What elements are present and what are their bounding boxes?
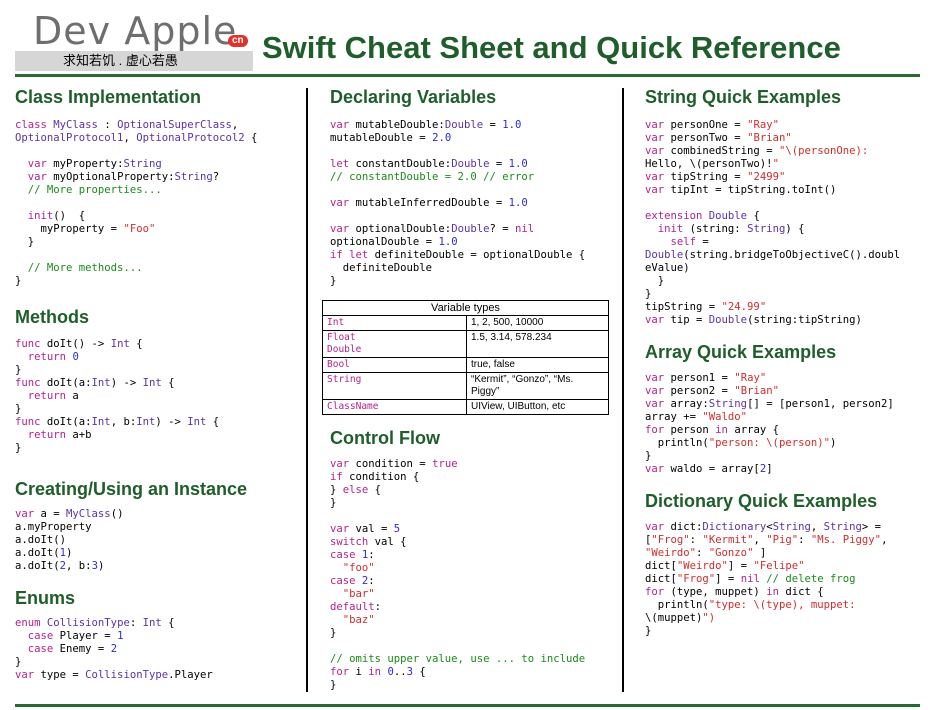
code-class-implementation: class MyClass : OptionalSuperClass, Opti… (15, 119, 258, 287)
heading-enums: Enums (15, 588, 76, 608)
variable-type-row: Float Double 1.5, 3.14, 578.234 (322, 330, 609, 358)
code-string-examples: var personOne = "Ray" var personTwo = "B… (645, 119, 901, 326)
variable-type-row: String “Kermit”, “Gonzo”, “Ms. Piggy” (322, 372, 609, 400)
column-2: Declaring Variables var mutableDouble:Do… (322, 86, 615, 692)
variable-type-example: “Kermit”, “Gonzo”, “Ms. Piggy” (466, 372, 609, 400)
code-dictionary-examples: var dict:Dictionary<String, String> = ["… (645, 521, 888, 637)
code-methods: func doIt() -> Int { return 0 } func doI… (15, 338, 220, 454)
column-3: String Quick Examples var personOne = "R… (645, 86, 925, 638)
heading-methods: Methods (15, 307, 89, 327)
variable-type-name: Bool (322, 357, 467, 373)
logo-tagline: 求知若饥 . 虚心若愚 (63, 53, 178, 68)
variable-types-table: Variable types Int 1, 2, 500, 10000 Float … (322, 300, 609, 415)
column-divider-2 (622, 88, 624, 692)
column-1: Class Implementation class MyClass : Opt… (15, 86, 300, 682)
variable-type-row: Bool true, false (322, 357, 609, 373)
variable-types-caption: Variable types (322, 300, 609, 316)
logo: Dev Apple cn 求知若饥 . 虚心若愚 (15, 5, 253, 71)
heading-string-examples: String Quick Examples (645, 87, 842, 107)
variable-type-name: ClassName (322, 399, 467, 415)
variable-type-name: Int (322, 315, 467, 331)
heading-creating-instance: Creating/Using an Instance (15, 479, 248, 499)
heading-control-flow: Control Flow (330, 428, 440, 448)
variable-type-example: 1, 2, 500, 10000 (466, 315, 609, 331)
code-control-flow: var condition = true if condition { } el… (330, 458, 586, 691)
heading-class-implementation: Class Implementation (15, 87, 202, 107)
variable-type-name: String (322, 372, 467, 400)
code-array-examples: var person1 = "Ray" var person2 = "Brian… (645, 372, 894, 475)
heading-array-examples: Array Quick Examples (645, 342, 837, 362)
variable-type-name: Float Double (322, 330, 467, 358)
logo-badge: cn (228, 35, 248, 47)
code-declaring-variables: var mutableDouble:Double = 1.0 mutableDo… (330, 119, 586, 287)
top-divider (15, 74, 920, 77)
code-creating-instance: var a = MyClass() a.myProperty a.doIt() … (15, 508, 124, 572)
variable-type-example: UIView, UIButton, etc (466, 399, 609, 415)
variable-type-example: 1.5, 3.14, 578.234 (466, 330, 609, 358)
code-enums: enum CollisionType: Int { case Player = … (15, 617, 213, 681)
heading-dictionary-examples: Dictionary Quick Examples (645, 491, 878, 511)
heading-declaring-variables: Declaring Variables (330, 87, 497, 107)
page-title: Swift Cheat Sheet and Quick Reference (262, 30, 841, 65)
logo-text: Dev Apple (33, 9, 238, 53)
variable-type-row: ClassName UIView, UIButton, etc (322, 399, 609, 415)
variable-type-example: true, false (466, 357, 609, 373)
column-divider-1 (306, 88, 308, 692)
variable-type-row: Int 1, 2, 500, 10000 (322, 315, 609, 331)
bottom-divider (15, 704, 920, 707)
